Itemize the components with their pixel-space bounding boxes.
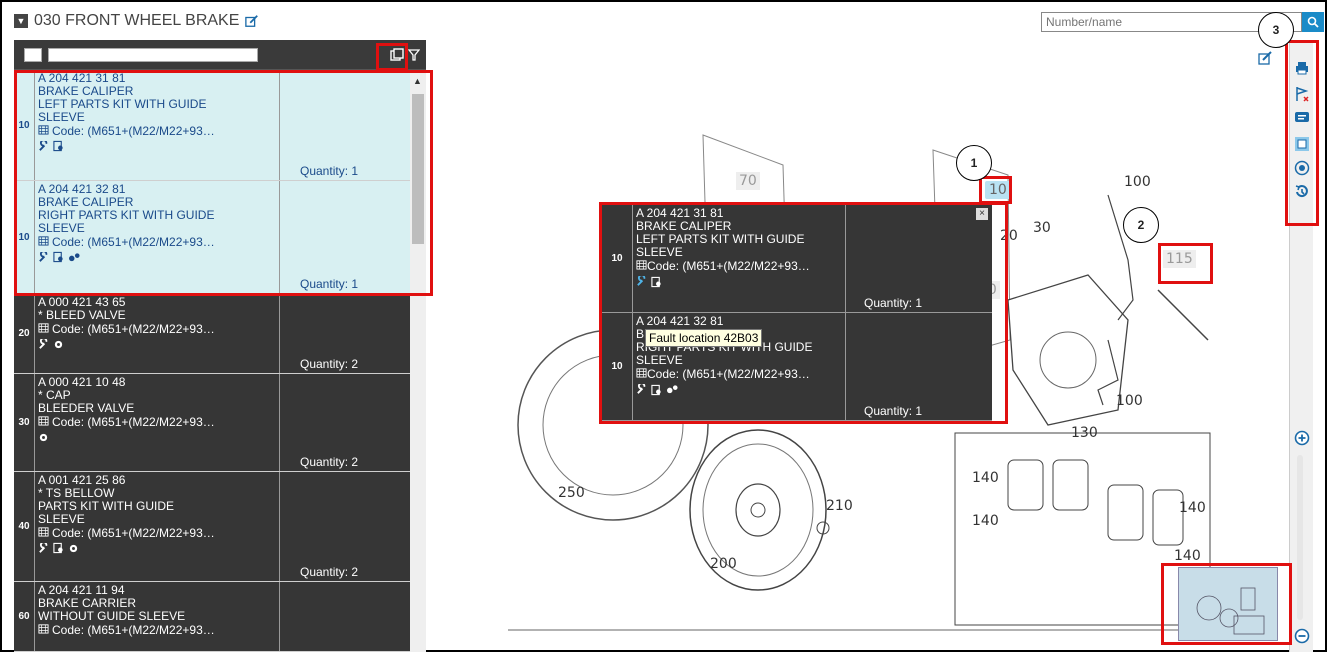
callout-140-b[interactable]: 140	[972, 513, 999, 529]
gear-icon[interactable]	[68, 543, 79, 557]
part-info: A 000 421 10 48 * CAP BLEEDER VALVE Code: (…	[34, 374, 280, 471]
part-actions	[38, 540, 276, 557]
filter-input[interactable]	[48, 47, 258, 62]
annotation-box-callout-10	[979, 176, 1012, 204]
code-line: Code: (M651+(M22/M22+93…	[38, 526, 276, 540]
document-gear-icon[interactable]	[53, 542, 64, 557]
annotation-box-toolbar	[1285, 40, 1319, 226]
code-text: Code: (M651+(M22/M22+93…	[52, 622, 215, 637]
zoom-slider[interactable]	[1297, 455, 1303, 620]
edit-icon[interactable]	[245, 14, 259, 28]
part-actions	[38, 336, 276, 353]
gear-icon[interactable]	[53, 339, 64, 353]
quantity-cell	[280, 582, 410, 651]
part-info: A 204 421 11 94 BRAKE CARRIER WITHOUT GUID…	[34, 582, 280, 651]
part-line: * BLEED VALVE	[38, 308, 126, 322]
position-number: 20	[18, 328, 30, 339]
code-text: Code: (M651+(M22/M22+93…	[52, 321, 215, 336]
list-item[interactable]: 30 A 000 421 10 48 * CAP BLEEDER VALVE Code…	[14, 374, 410, 472]
code-text: Code: (M651+(M22/M22+93…	[52, 414, 215, 429]
code-line: Code: (M651+(M22/M22+93…	[38, 623, 276, 637]
callout-130[interactable]: 130	[1071, 425, 1098, 441]
callout-70[interactable]: 70	[736, 172, 760, 190]
wrench-icon[interactable]	[38, 336, 49, 353]
list-item[interactable]: 20 A 000 421 43 65 * BLEED VALVE Code: (M6…	[14, 294, 410, 374]
part-line: SLEEVE	[38, 512, 85, 526]
annotation-number-3: 3	[1258, 12, 1294, 48]
annotation-box-callout-115	[1158, 243, 1213, 284]
quantity: Quantity: 2	[300, 357, 359, 371]
gear-icon[interactable]	[38, 432, 49, 446]
code-text: Code: (M651+(M22/M22+93…	[52, 525, 215, 540]
filter-icon[interactable]	[408, 48, 420, 62]
annotation-number-2: 2	[1123, 207, 1159, 243]
list-item[interactable]: 40 A 001 421 25 86 * TS BELLOW PARTS KIT W…	[14, 472, 410, 582]
callout-100-bottom[interactable]: 100	[1116, 393, 1143, 409]
callout-30[interactable]: 30	[1033, 220, 1051, 236]
callout-140-d[interactable]: 140	[1174, 548, 1201, 564]
part-info: A 001 421 25 86 * TS BELLOW PARTS KIT WITH…	[34, 472, 280, 581]
part-line: A 000 421 10 48	[38, 375, 126, 389]
position-number: 30	[18, 417, 30, 428]
quantity-cell: Quantity: 2	[280, 472, 410, 581]
quantity: Quantity: 2	[300, 565, 359, 579]
callout-140-c[interactable]: 140	[1179, 500, 1206, 516]
annotation-box-list	[14, 70, 433, 296]
callout-140-a[interactable]: 140	[972, 470, 999, 486]
calendar-icon	[38, 526, 49, 540]
list-item[interactable]: 60 A 204 421 11 94 BRAKE CARRIER WITHOUT G…	[14, 582, 410, 652]
callout-210[interactable]: 210	[826, 498, 853, 514]
position-number: 60	[18, 611, 30, 622]
part-actions	[38, 640, 276, 651]
position-number: 40	[18, 521, 30, 532]
calendar-icon	[38, 415, 49, 429]
calendar-icon	[38, 623, 49, 637]
part-line: BLEEDER VALVE	[38, 401, 135, 415]
search-icon	[1307, 16, 1319, 28]
annotation-box-copy	[376, 43, 408, 71]
callout-100-top[interactable]: 100	[1124, 174, 1151, 190]
wrench-icon[interactable]	[38, 540, 49, 557]
zoom-out-icon[interactable]	[1294, 628, 1310, 644]
chevron-down-icon[interactable]: ▼	[14, 14, 28, 28]
diagram-edit-icon	[1258, 51, 1272, 65]
page-title: 030 FRONT WHEEL BRAKE	[34, 12, 240, 29]
list-toolbar	[14, 40, 426, 70]
part-info: A 000 421 43 65 * BLEED VALVE Code: (M651+…	[34, 294, 280, 373]
zoom-in-icon[interactable]	[1294, 430, 1310, 446]
code-line: Code: (M651+(M22/M22+93…	[38, 322, 276, 336]
callout-250[interactable]: 250	[558, 485, 585, 501]
calendar-icon	[38, 322, 49, 336]
quantity-cell: Quantity: 2	[280, 294, 410, 373]
part-actions	[38, 432, 276, 445]
quantity: Quantity: 2	[300, 455, 359, 469]
annotation-box-minimap	[1161, 563, 1292, 645]
code-line: Code: (M651+(M22/M22+93…	[38, 415, 276, 429]
search-button[interactable]	[1302, 12, 1324, 32]
quantity-cell: Quantity: 2	[280, 374, 410, 471]
header: ▼ 030 FRONT WHEEL BRAKE	[14, 10, 259, 32]
select-all-checkbox[interactable]	[24, 47, 42, 62]
annotation-number-1: 1	[956, 145, 992, 181]
annotation-box-popup	[599, 202, 1008, 424]
callout-200[interactable]: 200	[710, 556, 737, 572]
part-line: WITHOUT GUIDE SLEEVE	[38, 609, 186, 623]
